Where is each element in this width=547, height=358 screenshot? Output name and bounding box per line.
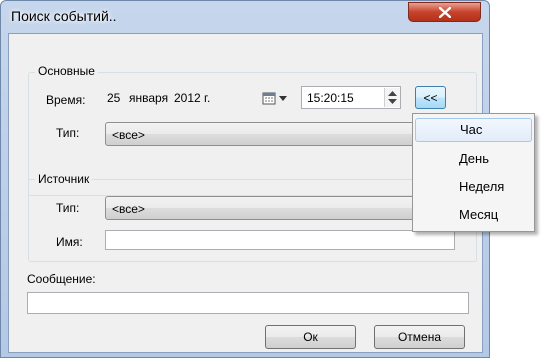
time-value[interactable]: 15:20:15 <box>307 91 354 105</box>
date-picker[interactable]: 25 января 2012 г. <box>102 86 298 110</box>
type-label: Тип: <box>56 126 80 140</box>
source-type-value: <все> <box>112 202 145 216</box>
close-icon <box>438 6 451 18</box>
source-type-combo[interactable]: <все> <box>105 196 455 220</box>
message-label: Сообщение: <box>27 272 96 286</box>
chevron-down-icon <box>279 96 287 101</box>
time-spinner[interactable] <box>384 88 400 107</box>
event-type-combo[interactable]: <все> <box>105 122 455 146</box>
spin-down-icon[interactable] <box>388 99 397 104</box>
date-day[interactable]: 25 <box>107 91 120 105</box>
main-group-title: Основные <box>35 64 98 78</box>
message-input[interactable] <box>27 292 469 314</box>
collapse-button[interactable]: << <box>415 86 446 109</box>
spin-up-icon[interactable] <box>388 91 397 96</box>
close-button[interactable] <box>408 2 481 22</box>
source-name-input[interactable] <box>105 230 455 250</box>
cancel-button[interactable]: Отмена <box>374 325 465 349</box>
date-year[interactable]: 2012 г. <box>174 91 210 105</box>
menu-item-month[interactable]: Месяц <box>415 203 532 227</box>
event-type-value: <все> <box>112 128 145 142</box>
window-title: Поиск событий.. <box>11 8 117 24</box>
time-period-menu: Час День Неделя Месяц <box>412 113 535 232</box>
source-name-label: Имя: <box>56 235 83 249</box>
menu-item-week[interactable]: Неделя <box>415 175 532 199</box>
title-bar[interactable]: Поиск событий.. <box>1 1 489 31</box>
time-field[interactable]: 15:20:15 <box>301 86 401 109</box>
calendar-dropdown-button[interactable] <box>262 90 290 106</box>
menu-item-day[interactable]: День <box>415 147 532 171</box>
ok-button[interactable]: Ок <box>265 325 356 349</box>
source-group-title: Источник <box>35 172 93 186</box>
calendar-icon <box>262 92 276 105</box>
time-label: Время: <box>46 93 86 107</box>
date-month[interactable]: января <box>129 91 168 105</box>
menu-item-hour[interactable]: Час <box>415 118 532 142</box>
source-type-label: Тип: <box>56 201 80 215</box>
